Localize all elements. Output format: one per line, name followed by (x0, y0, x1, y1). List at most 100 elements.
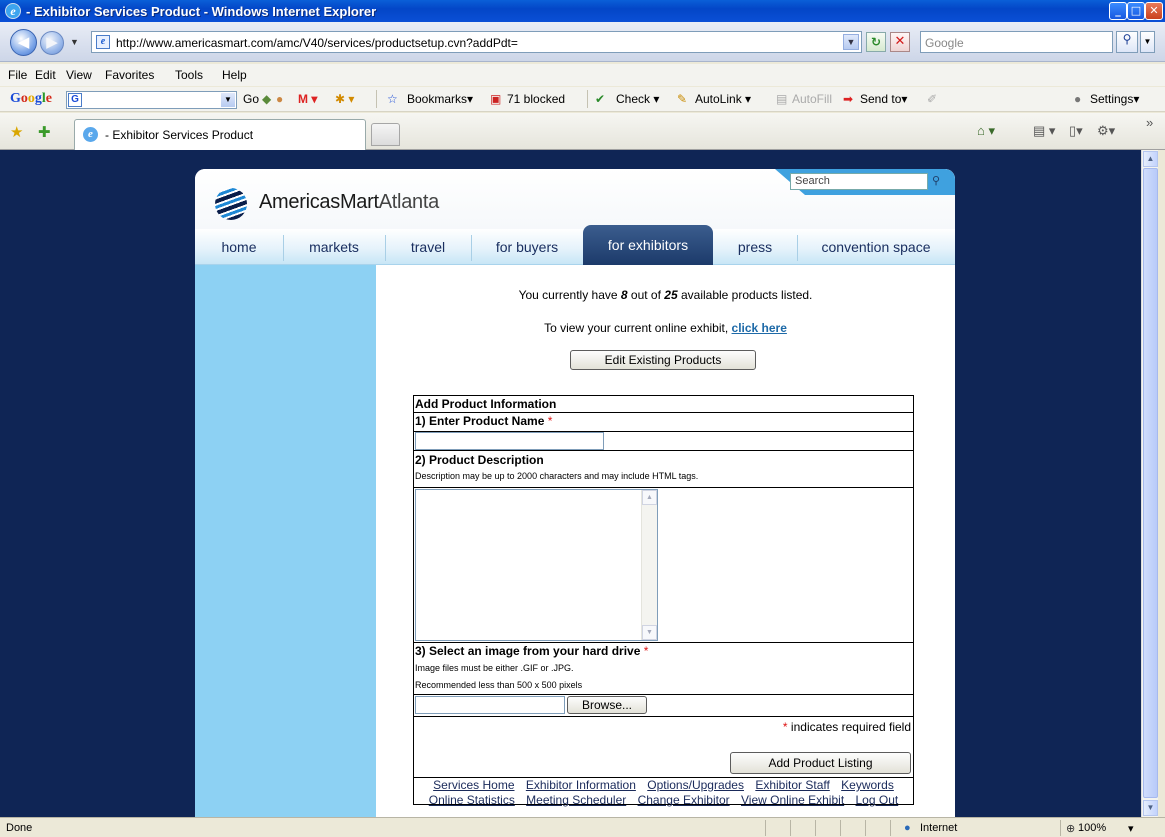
page-menu-icon[interactable]: ▯▾ (1069, 123, 1083, 139)
nav-home[interactable]: home (195, 229, 283, 265)
internet-globe-icon: ● (904, 822, 911, 834)
new-tab-button[interactable] (371, 123, 400, 146)
required-note-text: indicates required field (787, 720, 911, 734)
forward-button[interactable]: ▶ (40, 31, 64, 55)
bookmarks-button[interactable]: Bookmarks▾ (407, 92, 473, 106)
autofill-button[interactable]: AutoFill (792, 92, 832, 106)
product-description-textarea[interactable]: ▲ ▼ (415, 489, 658, 641)
nav-convention-space[interactable]: convention space (797, 229, 955, 265)
link-exhibitor-information[interactable]: Exhibitor Information (526, 778, 636, 792)
arrow-icon[interactable]: ◆ (262, 92, 271, 106)
zoom-dropdown-icon[interactable]: ▾ (1128, 822, 1134, 835)
click-here-link[interactable]: click here (732, 321, 787, 335)
nav-for-exhibitors[interactable]: for exhibitors (583, 225, 713, 265)
tools-gear-icon[interactable]: ⚙▾ (1097, 123, 1115, 139)
pagerank-icon[interactable]: ● (276, 92, 283, 106)
settings-button[interactable]: Settings▾ (1090, 92, 1139, 106)
back-button[interactable]: ◀ (10, 29, 37, 56)
textarea-scrollbar[interactable]: ▲ ▼ (641, 490, 657, 640)
address-bar[interactable]: e http://www.americasmart.com/amc/V40/se… (91, 31, 862, 53)
google-go-button[interactable]: Go (243, 92, 259, 106)
menu-edit[interactable]: Edit (35, 68, 56, 82)
refresh-button[interactable]: ↻ (866, 32, 886, 52)
scrollbar-thumb[interactable] (1143, 168, 1158, 798)
scroll-up-icon[interactable]: ▲ (642, 490, 657, 505)
site-logo-text[interactable]: AmericasMartAtlanta (259, 191, 439, 214)
link-view-online-exhibit[interactable]: View Online Exhibit (741, 793, 844, 807)
link-meeting-scheduler[interactable]: Meeting Scheduler (526, 793, 626, 807)
check-button[interactable]: Check ▾ (616, 92, 659, 106)
toolbar-separator (376, 90, 377, 108)
scroll-up-icon[interactable]: ▲ (1143, 151, 1158, 167)
window-titlebar: e - Exhibitor Services Product - Windows… (0, 0, 1165, 22)
address-url[interactable]: http://www.americasmart.com/amc/V40/serv… (116, 36, 518, 50)
add-product-form: Add Product Information 1) Enter Product… (413, 395, 914, 807)
site-search-input[interactable]: Search (790, 173, 928, 190)
puzzle-icon[interactable]: ✱ ▾ (335, 92, 354, 106)
link-options-upgrades[interactable]: Options/Upgrades (647, 778, 744, 792)
menu-bar: File Edit View Favorites Tools Help (0, 64, 1165, 86)
maximize-button[interactable]: □ (1127, 2, 1145, 20)
search-icon[interactable]: ⚲ (1116, 31, 1138, 53)
scroll-down-icon[interactable]: ▼ (642, 625, 657, 640)
add-favorite-icon[interactable]: ✚ (38, 123, 51, 141)
product-name-input[interactable] (415, 432, 604, 450)
menu-file[interactable]: File (8, 68, 27, 82)
step1-label: 1) Enter Product Name * (414, 413, 913, 429)
search-dropdown-icon[interactable]: ▼ (1140, 31, 1155, 53)
address-dropdown-icon[interactable]: ▼ (843, 34, 859, 50)
status-divider (790, 820, 791, 836)
logo-main: AmericasMart (259, 191, 379, 213)
popup-blocked-count[interactable]: 71 blocked (507, 92, 565, 106)
link-change-exhibitor[interactable]: Change Exhibitor (638, 793, 730, 807)
close-button[interactable]: ✕ (1145, 2, 1163, 20)
zoom-icon[interactable]: ⊕ (1066, 822, 1075, 835)
google-g-icon[interactable]: G (68, 93, 82, 107)
link-exhibitor-staff[interactable]: Exhibitor Staff (755, 778, 829, 792)
browser-search-input[interactable]: Google (920, 31, 1113, 53)
autolink-button[interactable]: AutoLink ▾ (695, 92, 751, 106)
view-exhibit-text: To view your current online exhibit, cli… (376, 321, 955, 335)
status-divider (890, 820, 891, 836)
minimize-button[interactable]: _ (1109, 2, 1127, 20)
link-online-statistics[interactable]: Online Statistics (429, 793, 515, 807)
favorites-star-icon[interactable]: ★ (10, 123, 23, 141)
page-scrollbar[interactable]: ▲ ▼ (1141, 150, 1158, 817)
menu-help[interactable]: Help (222, 68, 247, 82)
gmail-icon[interactable]: M ▾ (298, 92, 317, 106)
browse-button[interactable]: Browse... (567, 696, 647, 714)
search-icon[interactable]: ⚲ (932, 174, 940, 187)
send-to-button[interactable]: Send to▾ (860, 92, 907, 106)
menu-view[interactable]: View (66, 68, 92, 82)
edit-existing-products-button[interactable]: Edit Existing Products (570, 350, 756, 370)
americasmart-logo-icon[interactable] (215, 188, 247, 220)
scroll-down-icon[interactable]: ▼ (1143, 800, 1158, 816)
add-product-listing-button[interactable]: Add Product Listing (730, 752, 911, 774)
link-keywords[interactable]: Keywords (841, 778, 894, 792)
link-log-out[interactable]: Log Out (856, 793, 899, 807)
menu-favorites[interactable]: Favorites (105, 68, 154, 82)
nav-for-buyers[interactable]: for buyers (471, 229, 583, 265)
chevron-more-icon[interactable]: » (1146, 115, 1153, 130)
home-icon[interactable]: ⌂ ▾ (977, 123, 995, 139)
nav-travel[interactable]: travel (385, 229, 471, 265)
history-dropdown-icon[interactable]: ▼ (70, 37, 79, 47)
zoom-level[interactable]: 100% (1078, 822, 1106, 834)
form-title: Add Product Information (414, 396, 913, 413)
print-icon[interactable]: ▤ ▾ (1033, 123, 1055, 139)
stop-button[interactable]: ✕ (890, 32, 910, 52)
link-services-home[interactable]: Services Home (433, 778, 514, 792)
menu-tools[interactable]: Tools (175, 68, 203, 82)
toolbar-separator (587, 90, 588, 108)
google-dropdown-icon[interactable]: ▼ (221, 93, 235, 107)
nav-press[interactable]: press (713, 229, 797, 265)
image-file-input[interactable] (415, 696, 565, 714)
security-zone[interactable]: Internet (920, 822, 957, 834)
tab-bar: ★ ✚ e - Exhibitor Services Product ⌂ ▾ ▤… (0, 113, 1165, 150)
nav-markets[interactable]: markets (283, 229, 385, 265)
status-divider (840, 820, 841, 836)
required-field-note: * indicates required field (783, 720, 911, 734)
row-divider (414, 716, 913, 717)
google-search-input[interactable]: G ▼ (66, 91, 237, 109)
tab-exhibitor-services[interactable]: e - Exhibitor Services Product (74, 119, 366, 150)
